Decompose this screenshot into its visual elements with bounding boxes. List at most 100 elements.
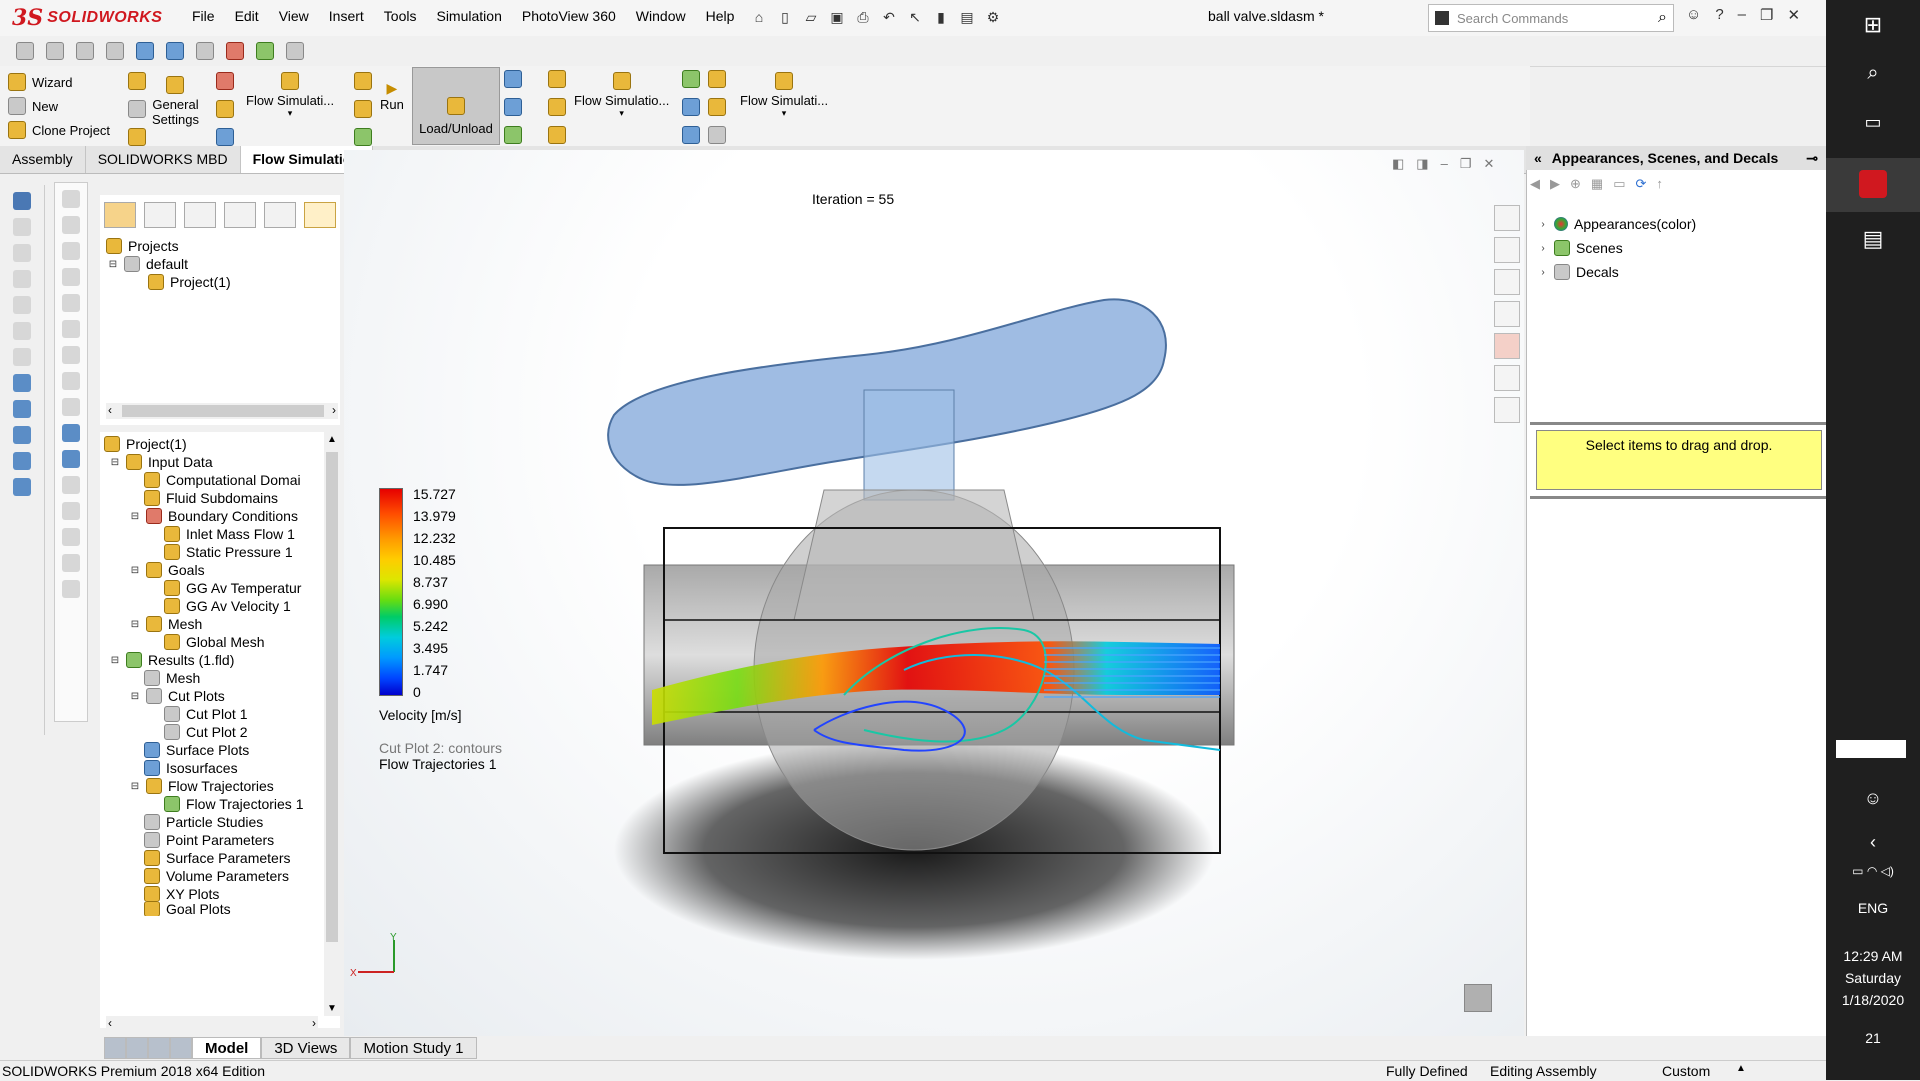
- scroll-right-icon[interactable]: ›: [332, 403, 336, 417]
- tool-icon-4[interactable]: [13, 270, 31, 288]
- custom-properties-icon[interactable]: [1494, 365, 1520, 391]
- tree-item-surface-plots[interactable]: Surface Plots: [144, 740, 249, 760]
- pane-splitter[interactable]: [1530, 496, 1826, 499]
- collapse-icon[interactable]: ⊟: [130, 565, 140, 576]
- tree-item-gg-velocity[interactable]: GG Av Velocity 1: [164, 596, 291, 616]
- clock-date[interactable]: 1/18/2020: [1826, 992, 1920, 1008]
- viewport-minimize-icon[interactable]: –: [1441, 156, 1448, 172]
- menu-simulation[interactable]: Simulation: [426, 8, 511, 24]
- scroll-right-icon[interactable]: ›: [312, 1016, 316, 1030]
- collapse-icon[interactable]: ⊟: [110, 655, 120, 666]
- zoom-icon[interactable]: [16, 42, 34, 60]
- battery-icon[interactable]: ▭: [1852, 864, 1863, 878]
- tree-item-cut-plot-1[interactable]: Cut Plot 1: [164, 704, 247, 724]
- previous-view-icon[interactable]: [76, 42, 94, 60]
- select-cursor-icon[interactable]: ↖: [904, 6, 926, 28]
- first-tab-icon[interactable]: [104, 1037, 126, 1059]
- solidworks-resources-icon[interactable]: [1494, 205, 1520, 231]
- units-icon[interactable]: [128, 100, 146, 118]
- video-editor-icon[interactable]: ▤: [1826, 226, 1920, 252]
- appearances-item[interactable]: › Appearances(color): [1538, 214, 1696, 234]
- horizontal-scrollbar[interactable]: ‹ ›: [106, 1016, 318, 1032]
- sec-icon-9[interactable]: [62, 398, 80, 416]
- save-results-icon[interactable]: [504, 98, 522, 116]
- forum-icon[interactable]: [1494, 397, 1520, 423]
- file-explorer-icon[interactable]: [1494, 269, 1520, 295]
- tree-item-fluid-subdomains[interactable]: Fluid Subdomains: [144, 488, 278, 508]
- section-view-icon[interactable]: [106, 42, 124, 60]
- new-project-button[interactable]: New: [8, 94, 110, 118]
- vertical-scrollbar[interactable]: ▲ ▼: [324, 432, 340, 1016]
- viewport-restore-icon[interactable]: ❐: [1460, 156, 1472, 172]
- sec-icon-7[interactable]: [62, 346, 80, 364]
- tree-item-flow-trajectories[interactable]: ⊟ Flow Trajectories: [130, 776, 274, 796]
- configuration-manager-tab-icon[interactable]: [184, 202, 216, 228]
- clone-project-button[interactable]: Clone Project: [8, 118, 110, 142]
- general-settings-button[interactable]: General Settings: [152, 76, 199, 127]
- sec-icon-4[interactable]: [62, 268, 80, 286]
- tree-item-flow-trajectories-1[interactable]: Flow Trajectories 1: [164, 794, 303, 814]
- search-icon[interactable]: ⌕: [1658, 9, 1667, 27]
- solver-icon[interactable]: [354, 100, 372, 118]
- tile-right-icon[interactable]: ◨: [1416, 156, 1428, 172]
- view-settings-icon[interactable]: [286, 42, 304, 60]
- people-icon[interactable]: ☺: [1826, 788, 1920, 809]
- dropdown-arrow-icon[interactable]: ▾: [246, 108, 334, 119]
- tool-icon-6[interactable]: [13, 322, 31, 340]
- tree-item-input-data[interactable]: ⊟ Input Data: [110, 452, 213, 472]
- menu-tools[interactable]: Tools: [374, 8, 427, 24]
- windows-start-icon[interactable]: ⊞: [1826, 12, 1920, 38]
- scroll-down-icon[interactable]: ▼: [327, 1003, 337, 1014]
- add-location-icon[interactable]: ⊕: [1570, 176, 1581, 200]
- valve-bonnet[interactable]: [793, 489, 1035, 621]
- folder-icon[interactable]: ▭: [1613, 176, 1625, 200]
- flow-simulation-tools-button[interactable]: Flow Simulati... ▾: [740, 72, 828, 119]
- tree-item-volume-parameters[interactable]: Volume Parameters: [144, 866, 289, 886]
- wizard-button[interactable]: Wizard: [8, 70, 110, 94]
- undo-icon[interactable]: ↶: [878, 6, 900, 28]
- prev-tab-icon[interactable]: [126, 1037, 148, 1059]
- collapse-icon[interactable]: ⊟: [130, 781, 140, 792]
- tree-item-results-mesh[interactable]: Mesh: [144, 668, 200, 688]
- scroll-left-icon[interactable]: ‹: [108, 1016, 112, 1030]
- expand-icon[interactable]: ›: [1538, 267, 1548, 278]
- component-control-icon[interactable]: [708, 98, 726, 116]
- flow-analysis-tab-icon[interactable]: [304, 202, 336, 228]
- minimize-icon[interactable]: –: [1738, 6, 1746, 24]
- plot-tools-icon[interactable]: [682, 70, 700, 88]
- task-view-icon[interactable]: ▭: [1826, 112, 1920, 133]
- collapse-pane-icon[interactable]: «: [1534, 150, 1542, 166]
- last-tab-icon[interactable]: [170, 1037, 192, 1059]
- chart-icon[interactable]: [682, 98, 700, 116]
- velocity-legend[interactable]: 15.727 13.979 12.232 10.485 8.737 6.990 …: [379, 486, 456, 700]
- batch-run-icon[interactable]: [354, 128, 372, 146]
- menu-view[interactable]: View: [269, 8, 319, 24]
- tree-item-global-mesh[interactable]: Global Mesh: [164, 632, 265, 652]
- tab-model[interactable]: Model: [192, 1037, 262, 1059]
- tree-item-project1[interactable]: Project(1): [148, 272, 231, 292]
- collapse-icon[interactable]: ⊟: [110, 457, 120, 468]
- tree-item-root[interactable]: Project(1): [104, 434, 187, 454]
- collapse-icon[interactable]: ⊟: [130, 691, 140, 702]
- tree-item-surface-parameters[interactable]: Surface Parameters: [144, 848, 291, 868]
- flow-model-icon[interactable]: [548, 98, 566, 116]
- home-icon[interactable]: ⌂: [748, 6, 770, 28]
- viewport-close-icon[interactable]: ✕: [1483, 156, 1494, 172]
- pane-splitter[interactable]: [1530, 422, 1826, 425]
- search-commands-box[interactable]: Search Commands ⌕: [1428, 4, 1674, 32]
- transparency-icon[interactable]: [548, 70, 566, 88]
- tree-item-cut-plot-2[interactable]: Cut Plot 2: [164, 722, 247, 742]
- report-icon[interactable]: [682, 126, 700, 144]
- run-button[interactable]: ▶ Run: [380, 80, 404, 112]
- tree-item-static-pressure[interactable]: Static Pressure 1: [164, 542, 293, 562]
- load-unload-results-button[interactable]: Load/Unload: [412, 67, 500, 145]
- tool-icon-12[interactable]: [13, 478, 31, 496]
- library-icon[interactable]: ▦: [1591, 176, 1603, 200]
- tab-3d-views[interactable]: 3D Views: [261, 1037, 351, 1059]
- calculator-icon[interactable]: [708, 126, 726, 144]
- clock-time[interactable]: 12:29 AM: [1826, 948, 1920, 964]
- create-mesh-icon[interactable]: [354, 72, 372, 90]
- tree-item-computational-domain[interactable]: Computational Domai: [144, 470, 301, 490]
- sec-icon-15[interactable]: [62, 554, 80, 572]
- hide-show-icon[interactable]: [196, 42, 214, 60]
